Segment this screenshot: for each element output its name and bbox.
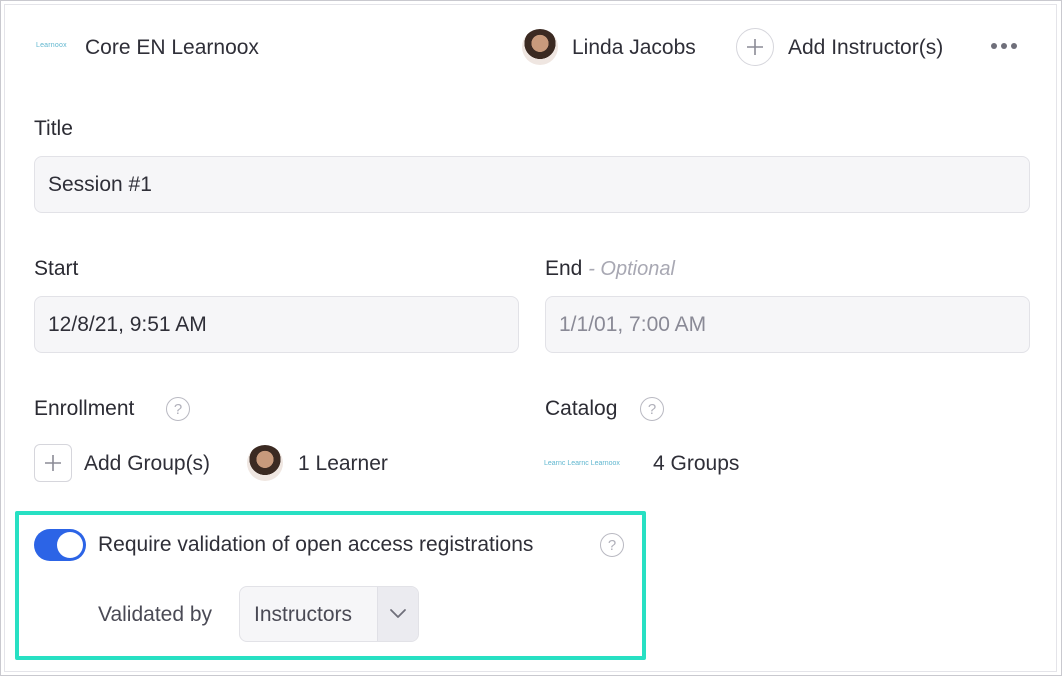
instructor-name[interactable]: Linda Jacobs	[572, 36, 696, 60]
add-group-label[interactable]: Add Group(s)	[84, 452, 210, 476]
course-name[interactable]: Core EN Learnoox	[85, 36, 259, 60]
validated-by-value: Instructors	[254, 603, 353, 626]
catalog-groups[interactable]: 4 Groups	[653, 452, 739, 476]
catalog-label: Catalog	[545, 397, 618, 420]
end-label-text: End	[545, 257, 583, 280]
catalog-help-icon[interactable]: ?	[640, 397, 664, 421]
end-date-input[interactable]: 1/1/01, 7:00 AM	[545, 296, 1030, 353]
instructor-avatar	[522, 29, 558, 65]
end-label: End - Optional	[545, 257, 675, 281]
end-optional-text: - Optional	[588, 258, 675, 280]
plus-icon	[747, 39, 763, 55]
enrollment-label: Enrollment	[34, 397, 135, 420]
catalog-logos: Learnc Learnc Learnoox	[544, 460, 620, 467]
toggle-knob	[57, 532, 83, 558]
learner-count[interactable]: 1 Learner	[298, 452, 388, 476]
start-label: Start	[34, 257, 79, 280]
enrollment-help-icon[interactable]: ?	[166, 397, 190, 421]
learner-avatar	[247, 445, 283, 481]
more-icon[interactable]	[991, 43, 1017, 49]
chevron-down-svg	[390, 609, 406, 618]
require-validation-toggle[interactable]	[34, 529, 86, 561]
chevron-down-icon[interactable]	[377, 587, 418, 641]
add-group-button[interactable]	[34, 444, 72, 482]
plus-icon	[45, 455, 61, 471]
validated-by-select[interactable]: Instructors	[239, 586, 419, 642]
course-logo: Learnoox	[36, 42, 67, 49]
title-label: Title	[34, 117, 73, 140]
title-input[interactable]: Session #1	[34, 156, 1030, 213]
add-instructor-label[interactable]: Add Instructor(s)	[788, 36, 943, 60]
require-validation-label: Require validation of open access regist…	[98, 533, 534, 556]
add-instructor-button[interactable]	[736, 28, 774, 66]
start-date-input[interactable]: 12/8/21, 9:51 AM	[34, 296, 519, 353]
validated-by-label: Validated by	[98, 603, 213, 626]
validation-help-icon[interactable]: ?	[600, 533, 624, 557]
